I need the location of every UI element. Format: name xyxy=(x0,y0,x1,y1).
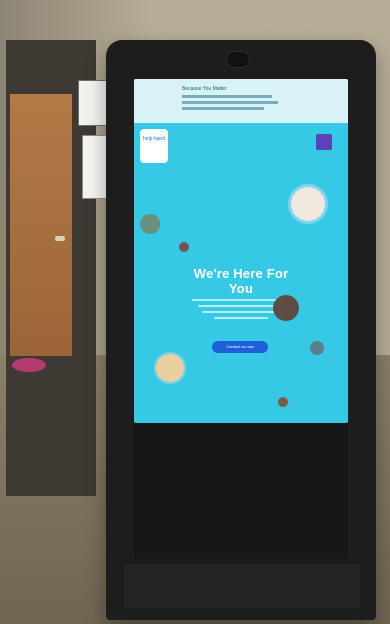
screen-logo-text: help hand xyxy=(143,136,165,142)
door-handle xyxy=(55,236,65,241)
banner-line-1 xyxy=(182,95,272,98)
subtext-line-2 xyxy=(198,305,284,307)
screen-headline: We're Here For You xyxy=(193,266,289,296)
bubble-bottom-right xyxy=(310,341,324,355)
subtext-line-4 xyxy=(214,317,268,319)
kiosk-base xyxy=(124,564,360,609)
camera xyxy=(226,51,250,68)
contact-button[interactable]: Contact us now xyxy=(212,341,268,353)
kiosk-lower-panel xyxy=(134,423,348,559)
subtext-line-3 xyxy=(202,311,280,313)
banner-line-3 xyxy=(182,107,264,110)
bubble-bottom-center xyxy=(278,397,288,407)
door xyxy=(10,94,72,356)
bubble-bottom-left xyxy=(154,352,186,384)
bubble-small-center xyxy=(179,242,189,252)
floor-marker xyxy=(12,358,46,372)
banner-title: Because You Matter xyxy=(182,86,227,92)
screen-logo xyxy=(140,129,168,163)
banner-line-2 xyxy=(182,101,278,104)
bubble-portrait-top-right xyxy=(288,184,328,224)
bubble-dark-right xyxy=(273,295,299,321)
bubble-small-left xyxy=(140,214,160,234)
kiosk-screen[interactable]: Because You Matter help hand We're Here … xyxy=(134,79,348,423)
menu-button[interactable] xyxy=(316,134,332,150)
scene: Because You Matter help hand We're Here … xyxy=(0,0,390,624)
